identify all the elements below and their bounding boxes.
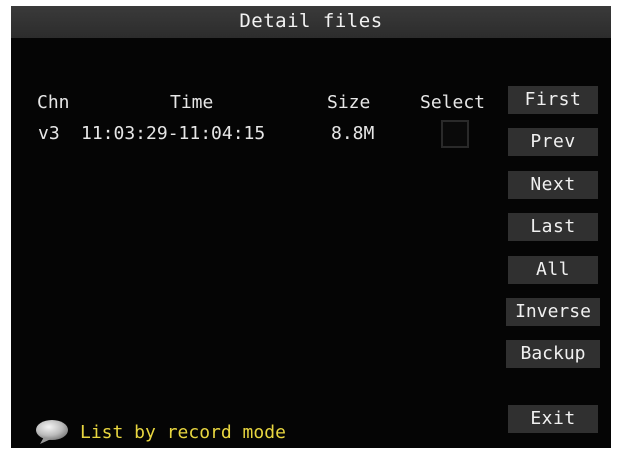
file-select-checkbox[interactable] — [441, 120, 469, 148]
inverse-button[interactable]: Inverse — [506, 298, 600, 326]
page-title: Detail files — [239, 10, 383, 32]
status-text: List by record mode — [80, 422, 286, 443]
exit-button[interactable]: Exit — [508, 405, 598, 433]
all-button[interactable]: All — [508, 256, 598, 284]
next-button[interactable]: Next — [508, 171, 598, 199]
speech-bubble-icon — [36, 420, 68, 444]
column-header-time: Time — [170, 92, 214, 113]
file-size: 8.8M — [331, 123, 375, 144]
last-button[interactable]: Last — [508, 213, 598, 241]
dvr-screen: Detail files Chn Time Size Select v3 11:… — [11, 6, 611, 448]
title-bar: Detail files — [11, 6, 611, 38]
column-header-select: Select — [420, 92, 486, 113]
column-header-channel: Chn — [37, 92, 70, 113]
backup-button[interactable]: Backup — [506, 340, 600, 368]
column-header-size: Size — [327, 92, 371, 113]
file-channel: v3 — [38, 123, 60, 144]
prev-button[interactable]: Prev — [508, 128, 598, 156]
file-time: 11:03:29-11:04:15 — [81, 123, 266, 144]
first-button[interactable]: First — [508, 86, 598, 114]
